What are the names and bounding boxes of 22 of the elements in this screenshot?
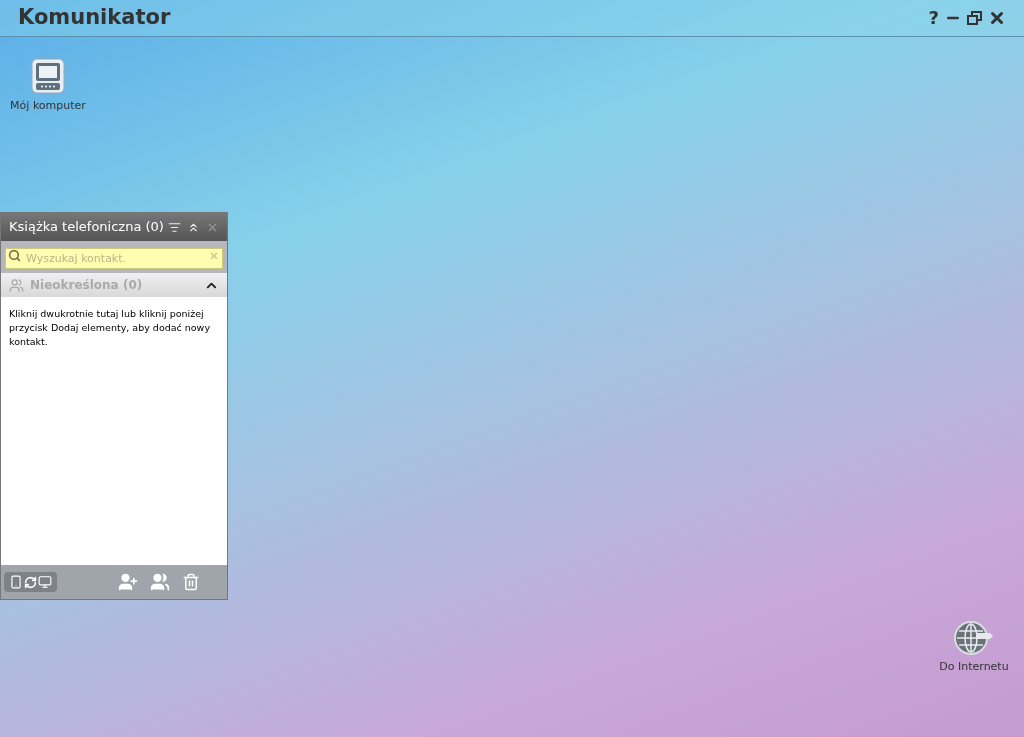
restore-icon[interactable] xyxy=(967,11,982,25)
globe-icon[interactable] xyxy=(954,620,994,656)
help-button[interactable]: ? xyxy=(928,9,939,27)
window-title: Komunikator xyxy=(18,4,171,32)
panel-title: Książka telefoniczna (0) xyxy=(9,218,164,237)
sort-icon[interactable] xyxy=(168,220,181,234)
sync-icon xyxy=(24,575,37,589)
search-field[interactable]: Wyszukaj kontakt. xyxy=(5,248,223,269)
sync-button[interactable] xyxy=(4,572,57,592)
computer-icon[interactable] xyxy=(30,57,66,95)
close-icon[interactable] xyxy=(988,9,1006,27)
desktop-icon-label: Do Internetu xyxy=(939,660,1009,673)
monitor-icon xyxy=(38,575,52,589)
trash-icon[interactable] xyxy=(182,573,200,591)
empty-message: Kliknij dwukrotnie tutaj lub kliknij poniżej przycisk Dodaj elementy, aby dodać nowy kontakt. xyxy=(9,307,211,349)
contacts-icon[interactable] xyxy=(150,572,170,592)
group-icon xyxy=(9,277,24,293)
phone-icon xyxy=(9,575,23,589)
add-contact-icon[interactable] xyxy=(118,572,138,592)
desktop-icon-label: Mój komputer xyxy=(10,99,86,112)
group-label: Nieokreślona (0) xyxy=(30,277,143,294)
search-icon xyxy=(8,249,21,262)
